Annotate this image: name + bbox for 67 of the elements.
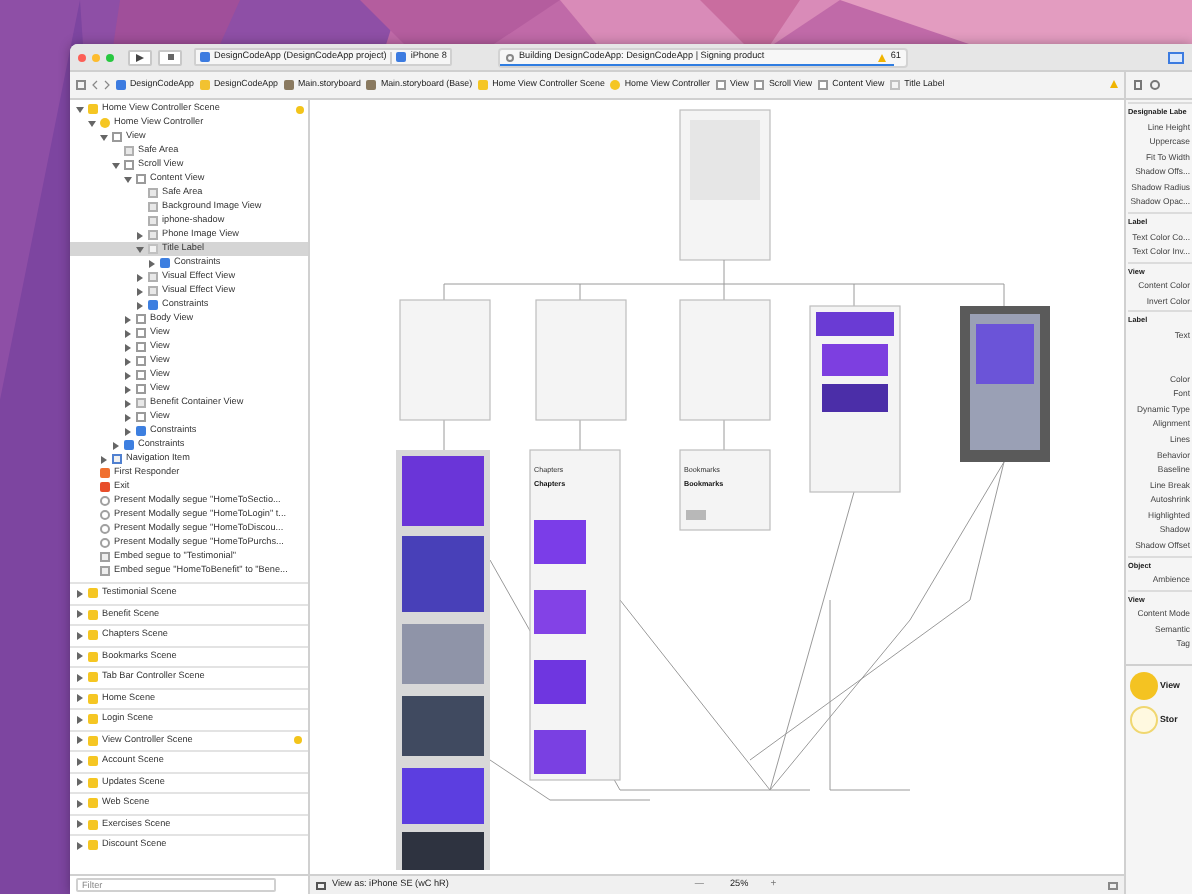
constraints-icon: [160, 258, 170, 268]
disclosure-closed-icon[interactable]: [76, 694, 84, 703]
disclosure-closed-icon[interactable]: [76, 799, 84, 808]
stop-icon: [167, 54, 173, 60]
navigation-icon: [112, 454, 122, 464]
exit-icon: [100, 482, 110, 492]
editor-layout-icon[interactable]: [1168, 51, 1184, 63]
library-object-icon: [1130, 672, 1158, 701]
scene-icon: [88, 104, 98, 114]
disclosure-closed-icon[interactable]: [76, 631, 84, 640]
disclosure-closed-icon[interactable]: [124, 315, 132, 323]
disclosure-closed-icon[interactable]: [136, 273, 144, 281]
disclosure-closed-icon[interactable]: [124, 427, 132, 435]
forward-icon[interactable]: [104, 79, 110, 90]
sidebar-toggle-icon[interactable]: [316, 881, 326, 889]
disclosure-open-icon[interactable]: [136, 245, 144, 253]
disclosure-open-icon[interactable]: [76, 105, 84, 113]
disclosure-closed-icon[interactable]: [124, 357, 132, 365]
controller-icon: [610, 79, 621, 90]
disclosure-closed-icon[interactable]: [124, 385, 132, 393]
disclosure-open-icon[interactable]: [88, 119, 96, 127]
constraints-icon: [148, 300, 158, 310]
back-icon[interactable]: [92, 79, 98, 90]
project-icon: [396, 52, 407, 62]
stop-button[interactable]: [158, 49, 182, 65]
run-button[interactable]: [128, 49, 152, 65]
disclosure-closed-icon[interactable]: [136, 301, 144, 309]
file-icon[interactable]: [1134, 80, 1142, 90]
disclosure-closed-icon[interactable]: [124, 371, 132, 379]
disclosure-closed-icon[interactable]: [124, 413, 132, 421]
disclosure-closed-icon[interactable]: [76, 757, 84, 766]
disclosure-closed-icon[interactable]: [76, 610, 84, 619]
view-icon: [754, 79, 765, 90]
disclosure-open-icon[interactable]: [112, 161, 120, 169]
grid-icon[interactable]: [76, 79, 86, 90]
disclosure-open-icon[interactable]: [124, 175, 132, 183]
cube-icon: [100, 468, 110, 478]
disclosure-closed-icon[interactable]: [76, 736, 84, 745]
project-icon: [116, 79, 126, 90]
disclosure-closed-icon[interactable]: [76, 715, 84, 724]
scene-icon: [478, 79, 489, 90]
play-icon: [136, 53, 144, 61]
disclosure-closed-icon[interactable]: [76, 589, 84, 598]
controller-icon: [100, 118, 110, 128]
label-icon: [148, 244, 158, 254]
document-icon: [283, 79, 294, 90]
folder-icon: [199, 79, 210, 90]
disclosure-closed-icon[interactable]: [76, 652, 84, 661]
help-icon[interactable]: [1150, 80, 1160, 90]
view-icon: [818, 79, 829, 90]
disclosure-closed-icon[interactable]: [136, 287, 144, 295]
disclosure-closed-icon[interactable]: [76, 778, 84, 787]
document-icon: [366, 79, 377, 90]
disclosure-closed-icon[interactable]: [112, 441, 120, 449]
view-icon: [716, 79, 727, 90]
disclosure-closed-icon[interactable]: [124, 329, 132, 337]
disclosure-closed-icon[interactable]: [76, 841, 84, 850]
disclosure-closed-icon[interactable]: [100, 455, 108, 463]
disclosure-closed-icon[interactable]: [76, 673, 84, 682]
spinner-icon: [506, 53, 515, 61]
project-icon: [200, 52, 210, 62]
label-icon: [890, 79, 901, 90]
layout-icon[interactable]: [1108, 881, 1118, 889]
disclosure-closed-icon[interactable]: [76, 820, 84, 829]
library-object-icon: [1130, 706, 1158, 735]
disclosure-open-icon[interactable]: [100, 133, 108, 141]
disclosure-closed-icon[interactable]: [124, 343, 132, 351]
